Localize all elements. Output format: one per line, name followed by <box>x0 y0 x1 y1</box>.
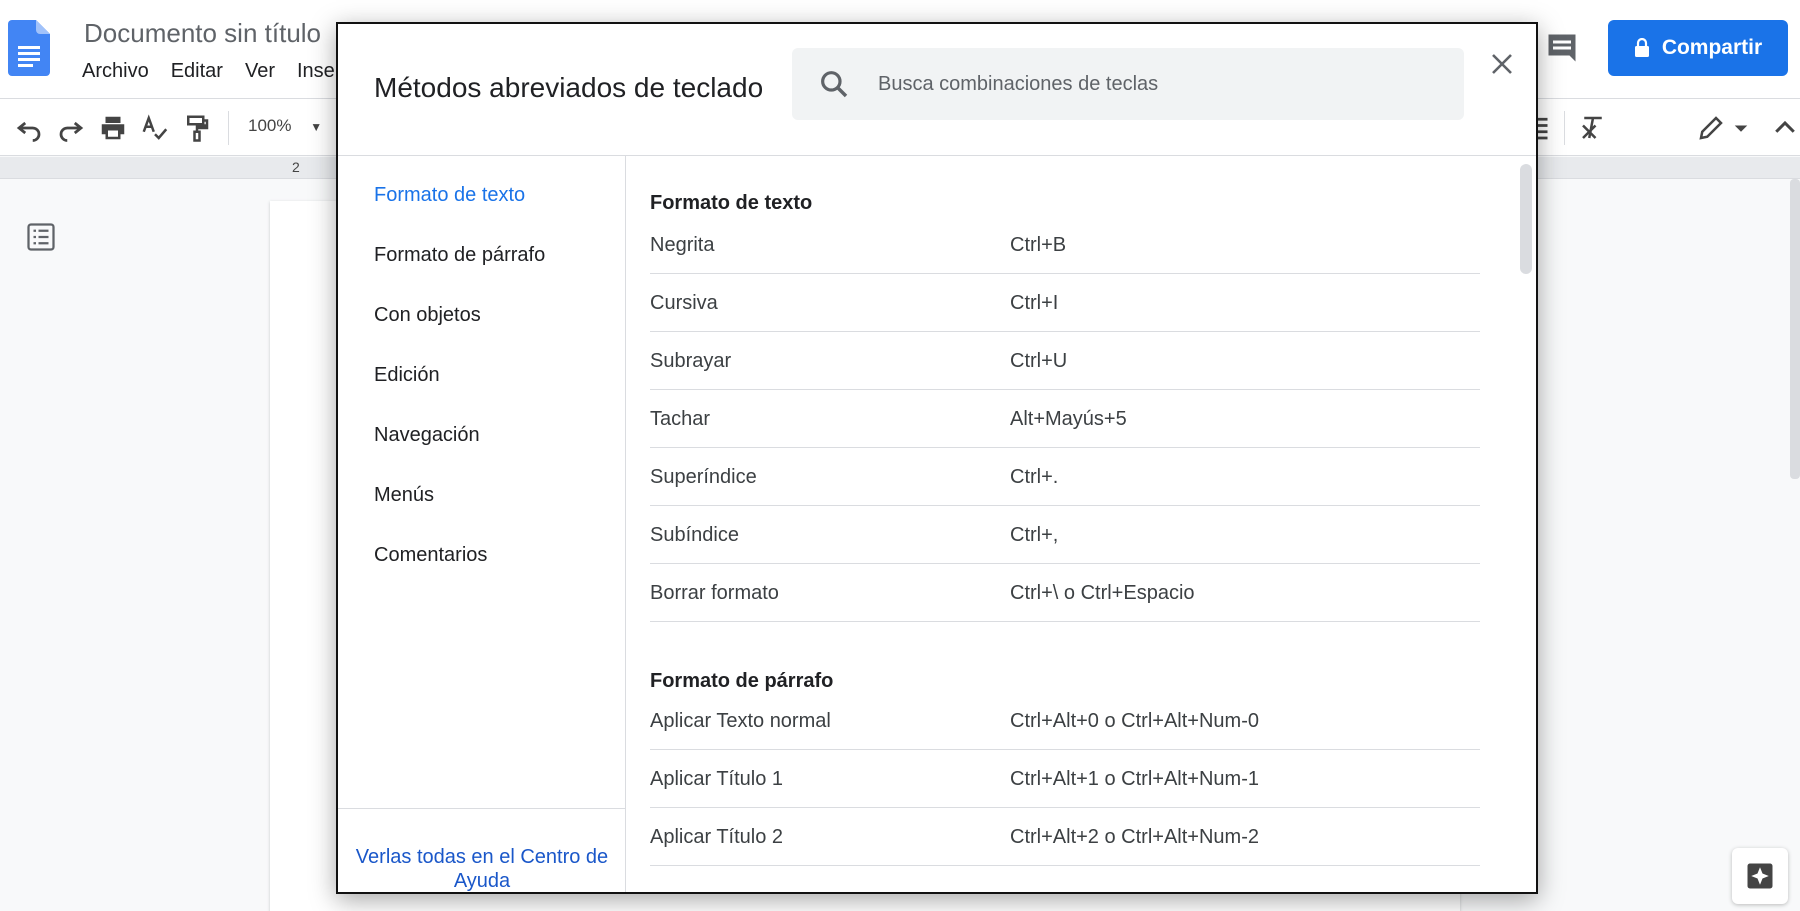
shortcut-action: Superíndice <box>650 466 757 488</box>
ruler-mark: 2 <box>292 159 300 175</box>
shortcut-row: Subrayar Ctrl+U <box>650 332 1480 390</box>
menu-archivo[interactable]: Archivo <box>82 60 149 83</box>
section-title: Formato de texto <box>650 192 813 214</box>
shortcut-row: Aplicar Título 2 Ctrl+Alt+2 o Ctrl+Alt+Nu… <box>650 808 1480 866</box>
search-input[interactable] <box>878 62 1438 106</box>
menu-ver[interactable]: Ver <box>245 60 275 83</box>
nav-edicion[interactable]: Edición <box>374 364 440 387</box>
shortcut-keys: Ctrl+\ o Ctrl+Espacio <box>1010 582 1195 604</box>
shortcut-row: Aplicar Título 1 Ctrl+Alt+1 o Ctrl+Alt+Nu… <box>650 750 1480 808</box>
chevron-down-icon[interactable] <box>1726 113 1756 143</box>
paint-format-icon[interactable] <box>182 113 212 143</box>
share-button[interactable]: Compartir <box>1608 20 1788 76</box>
shortcut-keys: Ctrl+Alt+2 o Ctrl+Alt+Num-2 <box>1010 826 1259 848</box>
shortcut-row: Negrita Ctrl+B <box>650 216 1480 274</box>
chevron-down-icon: ▼ <box>310 120 323 134</box>
close-button[interactable] <box>1484 46 1520 82</box>
explore-button[interactable] <box>1732 848 1788 904</box>
shortcut-action: Cursiva <box>650 292 718 314</box>
collapse-menus-icon[interactable] <box>1770 113 1800 143</box>
spellcheck-icon[interactable] <box>140 113 170 143</box>
document-title[interactable]: Documento sin título <box>84 18 321 49</box>
zoom-value: 100% <box>248 116 292 135</box>
shortcut-keys: Ctrl+, <box>1010 524 1059 546</box>
shortcut-action: Subrayar <box>650 350 732 372</box>
shortcut-keys: Ctrl+B <box>1010 234 1067 256</box>
menu-editar[interactable]: Editar <box>171 60 223 83</box>
explore-icon <box>1747 863 1773 889</box>
print-icon[interactable] <box>98 113 128 143</box>
section-title: Formato de párrafo <box>650 670 834 692</box>
nav-navegacion[interactable]: Navegación <box>374 424 480 447</box>
docs-logo-icon[interactable] <box>8 20 50 76</box>
shortcut-row: Subíndice Ctrl+, <box>650 506 1480 564</box>
shortcut-list: Formato de texto Negrita Ctrl+B Cursiva Ct… <box>626 156 1536 892</box>
shortcut-action: Borrar formato <box>650 582 779 604</box>
document-outline-icon[interactable] <box>26 222 56 252</box>
undo-icon[interactable] <box>14 113 44 143</box>
nav-formato-de-texto[interactable]: Formato de texto <box>374 184 525 207</box>
close-icon <box>1492 54 1512 74</box>
shortcut-action: Aplicar Título 2 <box>650 826 784 848</box>
toolbar-divider <box>228 111 229 145</box>
zoom-select[interactable]: 100% ▼ <box>248 116 322 136</box>
nav-menus[interactable]: Menús <box>374 484 434 507</box>
shortcut-keys: Ctrl+I <box>1010 292 1059 314</box>
dialog-title: Métodos abreviados de teclado <box>374 72 764 103</box>
nav-comentarios[interactable]: Comentarios <box>374 544 487 567</box>
shortcut-keys: Ctrl+U <box>1010 350 1068 372</box>
dialog-header: Métodos abreviados de teclado <box>338 24 1536 156</box>
shortcut-action: Aplicar Título 1 <box>650 768 784 790</box>
share-label: Compartir <box>1661 36 1763 59</box>
page-scrollbar[interactable] <box>1790 179 1800 479</box>
shortcut-row: Superíndice Ctrl+. <box>650 448 1480 506</box>
shortcut-keys: Ctrl+Alt+1 o Ctrl+Alt+Num-1 <box>1010 768 1259 790</box>
dialog-scrollbar[interactable] <box>1520 164 1532 274</box>
shortcut-row: Tachar Alt+Mayús+5 <box>650 390 1480 448</box>
search-icon <box>821 71 848 98</box>
keyboard-shortcuts-dialog: Métodos abreviados de teclado Formato de… <box>336 22 1538 894</box>
shortcut-row: Aplicar Texto normal Ctrl+Alt+0 o Ctrl+Al… <box>650 692 1480 750</box>
lock-icon <box>1634 38 1649 57</box>
shortcut-keys: Alt+Mayús+5 <box>1010 408 1127 430</box>
dialog-sidebar: Formato de texto Formato de párrafo Con … <box>338 156 626 892</box>
shortcut-row: Borrar formato Ctrl+\ o Ctrl+Espacio <box>650 564 1480 622</box>
shortcut-action: Negrita <box>650 234 715 256</box>
shortcut-search[interactable] <box>792 48 1464 120</box>
shortcut-action: Subíndice <box>650 524 739 546</box>
help-center-link[interactable]: Verlas todas en el Centro de Ayuda <box>338 845 626 892</box>
editing-mode-icon[interactable] <box>1696 113 1726 143</box>
shortcut-action: Tachar <box>650 408 711 430</box>
nav-formato-de-parrafo[interactable]: Formato de párrafo <box>374 244 545 267</box>
shortcut-row: Cursiva Ctrl+I <box>650 274 1480 332</box>
toolbar-divider <box>1564 111 1565 145</box>
shortcut-action: Aplicar Texto normal <box>650 710 831 732</box>
sidebar-footer: Verlas todas en el Centro de Ayuda <box>338 808 626 892</box>
shortcut-keys: Ctrl+Alt+0 o Ctrl+Alt+Num-0 <box>1010 710 1259 732</box>
shortcut-keys: Ctrl+. <box>1010 466 1059 488</box>
nav-con-objetos[interactable]: Con objetos <box>374 304 481 327</box>
comment-history-icon[interactable] <box>1544 30 1580 66</box>
clear-formatting-icon[interactable] <box>1578 113 1608 143</box>
redo-icon[interactable] <box>56 113 86 143</box>
